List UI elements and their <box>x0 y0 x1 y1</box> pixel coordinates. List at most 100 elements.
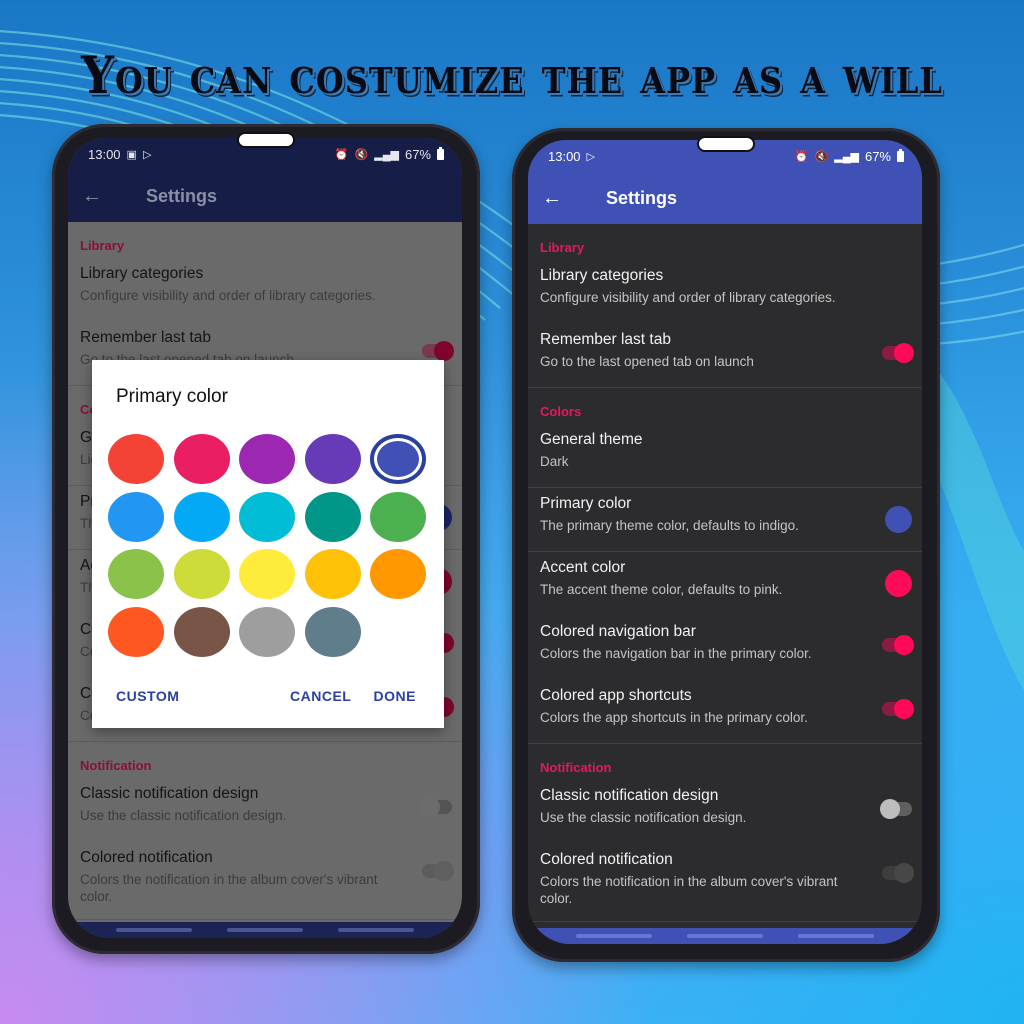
pref-colored-navigation-bar[interactable]: Colored navigation bar Colors the naviga… <box>528 616 922 680</box>
section-header-notification: Notification <box>540 760 612 775</box>
color-swatch[interactable] <box>173 606 230 657</box>
pref-summary: Colors the app shortcuts in the primary … <box>540 710 808 725</box>
pref-summary: The accent theme color, defaults to pink… <box>540 582 783 597</box>
pref-accent-color[interactable]: Accent color The accent theme color, def… <box>528 552 922 616</box>
pref-library-categories[interactable]: Library categories Configure visibility … <box>68 258 462 322</box>
color-swatch[interactable] <box>239 606 295 657</box>
classic-notification-switch[interactable] <box>420 797 452 817</box>
primary-color-dialog: Primary color CUSTOM CANCEL DONE <box>92 360 444 728</box>
app-toolbar: ← Settings <box>528 172 922 224</box>
color-swatch[interactable] <box>304 491 361 542</box>
primary-color-indicator[interactable] <box>885 506 912 533</box>
dialog-actions: CUSTOM CANCEL DONE <box>92 688 444 708</box>
play-store-icon: ▷ <box>586 150 596 163</box>
toolbar-title: Settings <box>606 187 678 208</box>
pref-colored-notification[interactable]: Colored notification Colors the notifica… <box>528 844 922 922</box>
pref-title: Accent color <box>540 559 626 576</box>
camera-notch <box>697 136 755 152</box>
pref-general-theme[interactable]: General theme Dark <box>528 424 922 488</box>
color-swatch[interactable] <box>370 491 426 542</box>
back-arrow-icon[interactable]: ← <box>542 187 588 210</box>
nav-recents-handle[interactable] <box>115 928 192 932</box>
dialog-title: Primary color <box>116 386 228 407</box>
color-swatch[interactable] <box>108 491 164 542</box>
color-swatch[interactable] <box>173 549 230 599</box>
headline: You can costumize the app as a will <box>81 44 943 106</box>
color-swatch[interactable] <box>173 491 230 542</box>
pref-colored-app-shortcuts[interactable]: Colored app shortcuts Colors the app sho… <box>528 680 922 744</box>
image-icon: ▣ <box>126 148 137 161</box>
back-arrow-icon[interactable]: ← <box>82 185 128 208</box>
signal-icon: ▂▄▆ <box>834 150 859 163</box>
nav-back-handle[interactable] <box>338 928 415 932</box>
section-header-library: Library <box>80 238 125 253</box>
pref-title: Colored app shortcuts <box>540 687 692 704</box>
remember-last-tab-switch[interactable] <box>422 341 454 361</box>
custom-button[interactable]: CUSTOM <box>116 688 179 704</box>
pref-library-categories[interactable]: Library categories Configure visibility … <box>528 260 922 324</box>
color-swatch[interactable] <box>108 549 164 599</box>
pref-colored-notification[interactable]: Colored notification Colors the notifica… <box>68 842 462 920</box>
color-swatch[interactable] <box>108 434 164 484</box>
mute-icon: 🔇 <box>814 150 829 163</box>
color-swatch[interactable] <box>304 606 361 657</box>
pref-title: Library categories <box>80 265 204 282</box>
alarm-icon: ⏰ <box>794 150 809 163</box>
settings-list: Library Library categories Configure vis… <box>528 224 922 922</box>
done-button[interactable]: DONE <box>374 688 416 704</box>
colored-app-shortcuts-switch[interactable] <box>882 699 914 719</box>
pref-title: General theme <box>540 431 643 448</box>
colored-navigation-bar-switch[interactable] <box>882 635 914 655</box>
app-toolbar: ← Settings <box>68 170 462 222</box>
battery-percent: 67% <box>404 146 431 162</box>
section-header-colors: Colors <box>540 404 582 419</box>
camera-notch <box>237 132 295 148</box>
nav-back-handle[interactable] <box>798 934 875 938</box>
nav-recents-handle[interactable] <box>575 934 652 938</box>
pref-classic-notification-design[interactable]: Classic notification design Use the clas… <box>68 778 462 842</box>
nav-home-handle[interactable] <box>226 928 303 932</box>
pref-summary: Go to the last opened tab on launch <box>540 354 754 369</box>
pref-summary: Use the classic notification design. <box>540 810 747 825</box>
pref-summary: Dark <box>540 454 569 469</box>
battery-percent: 67% <box>864 148 891 164</box>
colored-notification-switch[interactable] <box>882 863 914 883</box>
remember-last-tab-switch[interactable] <box>882 343 914 363</box>
play-store-icon: ▷ <box>142 148 152 161</box>
pref-remember-last-tab[interactable]: Remember last tab Go to the last opened … <box>528 324 922 388</box>
battery-icon <box>437 146 444 160</box>
pref-title: Colored notification <box>80 849 213 866</box>
accent-color-indicator[interactable] <box>885 570 912 597</box>
pref-title: Library categories <box>540 267 664 284</box>
pref-title: Remember last tab <box>80 329 211 346</box>
pref-summary: Configure visibility and order of librar… <box>80 288 376 303</box>
signal-icon: ▂▄▆ <box>374 148 399 161</box>
color-swatch[interactable] <box>239 549 295 599</box>
color-swatch[interactable] <box>239 491 295 542</box>
colored-notification-switch[interactable] <box>422 861 454 881</box>
status-time: 13:00 <box>548 148 581 164</box>
pref-primary-color[interactable]: Primary color The primary theme color, d… <box>528 488 922 552</box>
pref-summary: Colors the notification in the album cov… <box>540 874 838 906</box>
navigation-bar <box>68 922 462 938</box>
color-swatch[interactable] <box>173 434 230 484</box>
cancel-button[interactable]: CANCEL <box>290 688 351 704</box>
pref-summary: Colors the navigation bar in the primary… <box>540 646 812 661</box>
classic-notification-switch[interactable] <box>880 799 912 819</box>
nav-home-handle[interactable] <box>686 934 763 938</box>
pref-classic-notification-design[interactable]: Classic notification design Use the clas… <box>528 780 922 844</box>
pref-summary: The primary theme color, defaults to ind… <box>540 518 799 533</box>
battery-icon <box>897 148 904 162</box>
right-phone: 13:00 ▷ ⏰ 🔇 ▂▄▆ 67% ← Settings Library L… <box>512 128 940 962</box>
color-swatch[interactable] <box>304 434 361 484</box>
pref-title: Colored navigation bar <box>540 623 696 640</box>
right-screen: 13:00 ▷ ⏰ 🔇 ▂▄▆ 67% ← Settings Library L… <box>528 140 922 944</box>
pref-summary: Use the classic notification design. <box>80 808 287 823</box>
color-swatch[interactable] <box>370 434 426 484</box>
color-swatch[interactable] <box>239 434 295 484</box>
pref-title: Classic notification design <box>80 785 259 802</box>
color-swatch[interactable] <box>370 549 426 599</box>
color-swatch[interactable] <box>304 549 361 599</box>
color-swatch[interactable] <box>108 606 164 657</box>
pref-title: Colored notification <box>540 851 673 868</box>
